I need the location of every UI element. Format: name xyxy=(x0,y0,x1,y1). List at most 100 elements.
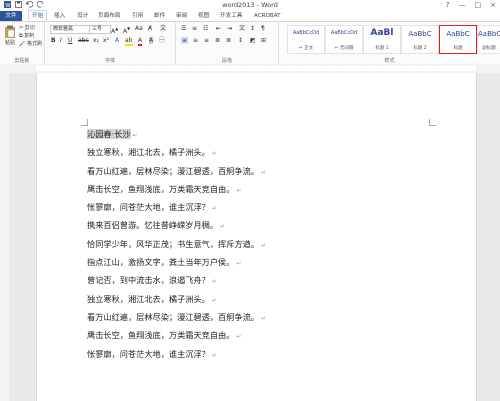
tab-page-layout[interactable]: 页面布局 xyxy=(98,11,120,21)
ribbon-tabs: 文件 开始 插入 设计 页面布局 引用 邮件 审阅 视图 开发工具 ACROBA… xyxy=(0,10,500,22)
bullets-icon[interactable]: ☰ xyxy=(181,25,186,32)
doc-line[interactable]: 曾记否，到中流击水，浪遏飞舟？ ↵ xyxy=(87,271,447,289)
tab-file[interactable]: 文件 xyxy=(0,11,22,21)
tab-view[interactable]: 视图 xyxy=(198,11,209,21)
style-heading1[interactable]: AaBl 标题 1 xyxy=(363,25,401,54)
clear-format-icon[interactable]: A̸ xyxy=(148,25,152,32)
align-left-icon[interactable]: ≡ xyxy=(181,37,189,44)
multilevel-list-icon[interactable]: ☷ xyxy=(203,25,208,32)
doc-line[interactable]: 看万山红遍，层林尽染；漫江碧透，百舸争流。 ↵ xyxy=(87,162,447,180)
styles-group: AaBbCcDd ↵ 正文 AaBbCcDd ↵ 无间隔 AaBl 标题 1 A… xyxy=(279,22,500,65)
style-title-preview: AaBbC xyxy=(446,30,470,38)
paragraph-mark: ↵ xyxy=(236,186,242,194)
tab-insert[interactable]: 插入 xyxy=(54,11,65,21)
doc-line[interactable]: 指点江山，激扬文字，粪土当年万户侯。 ↵ xyxy=(87,253,447,271)
title-bar: W word2013 - Word ? — □ × xyxy=(0,0,500,11)
decrease-indent-icon[interactable]: ⇤ xyxy=(216,25,221,32)
style-heading2-preview: AaBbC xyxy=(408,30,432,38)
help-button[interactable]: ? xyxy=(446,1,450,9)
doc-line[interactable]: 独立寒秋，湘江北去，橘子洲头。 ↵ xyxy=(87,143,447,161)
shading-icon[interactable]: ◩ xyxy=(250,37,256,44)
format-painter-label: 格式刷 xyxy=(26,41,42,47)
distributed-icon[interactable]: ≣ xyxy=(226,37,231,44)
doc-line-text: 携来百侣曾游。忆往昔峥嵘岁月稠。 xyxy=(87,220,219,231)
window-controls: ? — □ × xyxy=(446,1,496,9)
cut-button[interactable]: ✂ 剪切 xyxy=(19,24,35,32)
italic-icon[interactable]: I xyxy=(60,37,62,44)
show-marks-icon[interactable]: ¶ xyxy=(261,25,265,32)
doc-line[interactable]: 携来百侣曾游。忆往昔峥嵘岁月稠。 ↵ xyxy=(87,216,447,234)
tab-developer[interactable]: 开发工具 xyxy=(220,11,242,21)
doc-line-text: 恰同学少年，风华正茂；书生意气，挥斥方遒。 xyxy=(87,238,259,249)
doc-line-text: 指点江山，激扬文字，粪土当年万户侯。 xyxy=(87,257,235,268)
tab-review[interactable]: 审阅 xyxy=(176,11,187,21)
align-center-icon[interactable]: ≡ xyxy=(193,37,198,44)
phonetic-icon[interactable]: 文 xyxy=(160,25,166,32)
document-page[interactable]: 沁园春·长沙 ↵ 独立寒秋，湘江北去，橘子洲头。 ↵ 看万山红遍，层林尽染；漫江碧透… xyxy=(36,73,477,401)
maximize-button[interactable]: □ xyxy=(475,1,482,9)
enclose-char-icon[interactable]: ㊀ xyxy=(159,37,165,44)
borders-icon[interactable]: ⊞ xyxy=(261,37,266,44)
tab-mailings[interactable]: 邮件 xyxy=(154,11,165,21)
numbering-icon[interactable]: ≡ xyxy=(192,25,197,32)
underline-icon[interactable]: U xyxy=(68,37,72,44)
align-right-icon[interactable]: ≡ xyxy=(204,37,209,44)
paragraph-mark: ↵ xyxy=(211,278,217,286)
doc-line[interactable]: 鹰击长空，鱼翔浅底，万类霜天竞自由。 ↵ xyxy=(87,326,447,344)
tab-acrobat[interactable]: ACROBAT xyxy=(254,11,281,21)
font-size-combo[interactable]: 三号 xyxy=(89,25,111,34)
style-no-spacing[interactable]: AaBbCcDd ↵ 无间隔 xyxy=(325,25,363,54)
style-heading2[interactable]: AaBbC 标题 2 xyxy=(401,25,439,54)
minimize-button[interactable]: — xyxy=(459,1,466,9)
char-shading-icon[interactable]: A xyxy=(149,37,154,44)
paste-icon xyxy=(5,25,15,38)
doc-line[interactable]: 鹰击长空，鱼翔浅底，万类霜天竞自由。 ↵ xyxy=(87,180,447,198)
doc-line[interactable]: 看万山红遍，层林尽染；漫江碧透，百舸争流。 ↵ xyxy=(87,308,447,326)
doc-line[interactable]: 独立寒秋，湘江北去，橘子洲头。 ↵ xyxy=(87,290,447,308)
chinese-layout-icon[interactable]: 文 xyxy=(239,25,245,32)
doc-line[interactable]: 怅寥廓，问苍茫大地，谁主沉浮？ ↵ xyxy=(87,345,447,363)
paste-button[interactable]: 粘贴 xyxy=(3,25,17,46)
style-no-spacing-name: ↵ 无间隔 xyxy=(334,46,354,51)
paragraph-mark: ↵ xyxy=(211,351,217,359)
font-color-icon[interactable]: A xyxy=(138,37,143,46)
styles-group-label: 样式 xyxy=(384,58,395,64)
doc-line-text: 曾记否，到中流击水，浪遏飞舟？ xyxy=(87,275,210,286)
close-button[interactable]: × xyxy=(490,1,496,9)
style-no-spacing-preview: AaBbCcDd xyxy=(330,30,358,36)
copy-button[interactable]: ⧉ 复制 xyxy=(19,32,34,40)
text-effects-icon[interactable]: A xyxy=(115,37,119,44)
doc-line-text: 独立寒秋，湘江北去，橘子洲头。 xyxy=(87,147,210,158)
tab-references[interactable]: 引用 xyxy=(132,11,143,21)
justify-icon[interactable]: ≣ xyxy=(215,37,220,44)
font-name-combo[interactable]: 微软雅黑 xyxy=(50,25,90,34)
style-normal[interactable]: AaBbCcDd ↵ 正文 xyxy=(287,25,325,54)
doc-line[interactable]: 怅寥廓，问苍茫大地，谁主沉浮？ ↵ xyxy=(87,198,447,216)
strikethrough-icon[interactable]: abc xyxy=(78,37,89,44)
line-spacing-icon[interactable]: ↕ xyxy=(238,37,243,44)
grow-font-icon[interactable]: A▲ xyxy=(111,25,118,35)
shrink-font-icon[interactable]: A▼ xyxy=(123,25,130,35)
style-subtitle-preview: AaBbC xyxy=(478,30,500,38)
tab-design[interactable]: 设计 xyxy=(77,11,88,21)
subscript-icon[interactable]: x₂ xyxy=(93,37,99,44)
document-body[interactable]: 沁园春·长沙 ↵ 独立寒秋，湘江北去，橘子洲头。 ↵ 看万山红遍，层林尽染；漫江碧透… xyxy=(87,125,447,363)
increase-indent-icon[interactable]: ⇥ xyxy=(227,25,232,32)
paragraph-mark: ↵ xyxy=(220,223,226,231)
doc-line-text: 独立寒秋，湘江北去，橘子洲头。 xyxy=(87,293,210,304)
superscript-icon[interactable]: x² xyxy=(103,37,109,44)
highlight-icon[interactable]: ab xyxy=(125,37,133,46)
style-title[interactable]: AaBbC 标题 xyxy=(439,25,477,54)
doc-line[interactable]: 恰同学少年，风华正茂；书生意气，挥斥方遒。 ↵ xyxy=(87,235,447,253)
window-title: word2013 - Word xyxy=(222,1,278,9)
bold-icon[interactable]: B xyxy=(51,37,56,44)
style-subtitle[interactable]: AaBbC 副标题 xyxy=(477,25,500,54)
change-case-icon[interactable]: Aa xyxy=(135,25,143,32)
paragraph-group: ☰ ≡ ☷ ⇤ ⇥ 文 ↕ ¶ ≡ ≡ ≡ ≣ ≣ ↕ ◩ ⊞ 段落 xyxy=(176,22,279,65)
font-group-label: 字体 xyxy=(104,58,115,64)
format-painter-button[interactable]: 🖌 格式刷 xyxy=(19,40,42,48)
sort-icon[interactable]: ↕ xyxy=(250,25,255,32)
ribbon: 粘贴 ✂ 剪切 ⧉ 复制 🖌 格式刷 剪贴板 微软雅黑 三号 A▲ A▼ Aa … xyxy=(0,21,500,66)
doc-title-line[interactable]: 沁园春·长沙 ↵ xyxy=(87,125,447,143)
style-heading1-name: 标题 1 xyxy=(375,46,389,51)
